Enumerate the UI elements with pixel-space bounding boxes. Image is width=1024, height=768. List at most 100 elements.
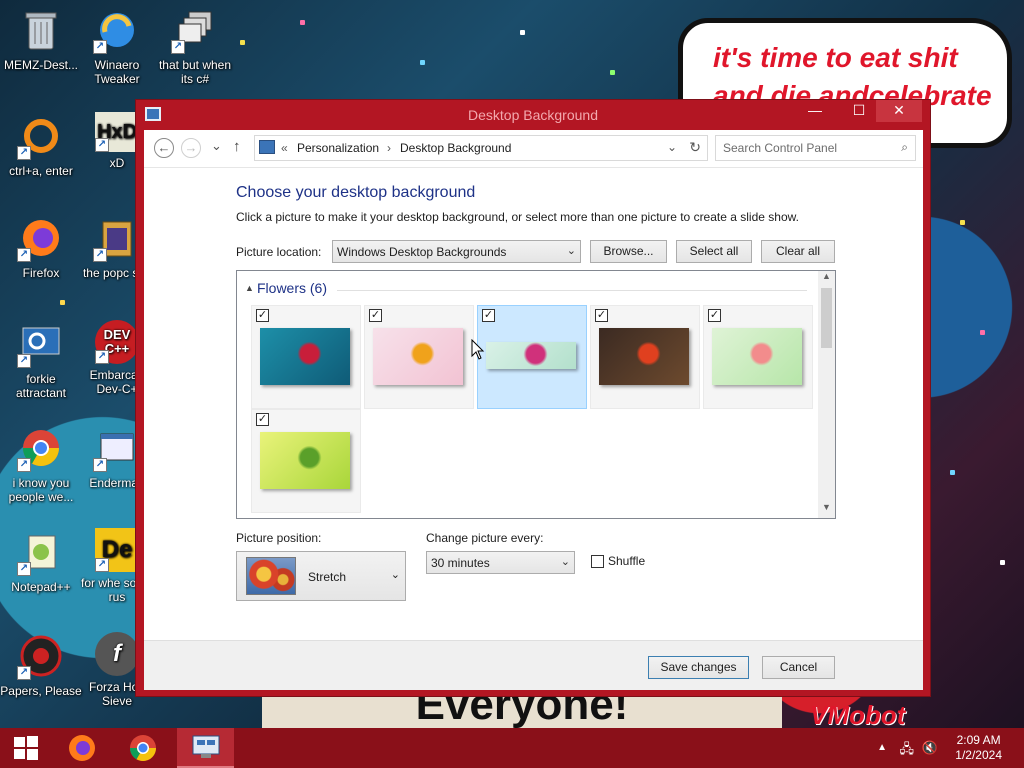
picture-position-value: Stretch	[308, 570, 347, 584]
picture-tile[interactable]: ✓	[477, 305, 587, 409]
picture-thumbnail	[712, 328, 802, 385]
picture-tile[interactable]: ✓	[590, 305, 700, 409]
change-picture-select[interactable]: 30 minutes ⌄	[426, 551, 575, 574]
shortcut-arrow-icon: ↗	[17, 458, 31, 472]
shortcut-arrow-icon: ↗	[95, 350, 109, 364]
network-icon[interactable]: 🖧	[900, 740, 915, 762]
scrollbar-thumb[interactable]	[821, 288, 832, 348]
start-button[interactable]	[0, 728, 52, 768]
cancel-button[interactable]: Cancel	[762, 656, 835, 679]
dialog-footer: Save changes Cancel	[144, 640, 923, 690]
chrome-icon	[129, 735, 157, 762]
picture-thumbnail	[260, 328, 350, 385]
dev-cpp-icon: DEV C++ ↗	[95, 320, 139, 364]
desktop-icon-notepadpp[interactable]: ↗ Notepad++	[0, 528, 82, 594]
show-hidden-icons[interactable]: ▲	[877, 742, 887, 753]
desktop-icon-forkie[interactable]: ↗ forkie attractant	[0, 320, 82, 400]
desktop-icon-label: i know you people we...	[8, 476, 74, 504]
settings-monitor-icon: ↗	[17, 320, 65, 368]
picture-checkbox[interactable]: ✓	[256, 309, 269, 322]
picture-tile[interactable]: ✓	[251, 305, 361, 409]
desktop-icon-that-but[interactable]: ↗ that but when its c#	[154, 6, 236, 86]
maximize-button[interactable]: ☐	[844, 100, 874, 122]
up-button[interactable]: ↑	[233, 138, 241, 155]
scroll-down-icon[interactable]: ▼	[818, 502, 835, 518]
save-changes-button[interactable]: Save changes	[648, 656, 749, 679]
shortcut-arrow-icon: ↗	[171, 40, 185, 54]
control-panel-icon	[145, 107, 161, 121]
picture-location-select[interactable]: Windows Desktop Backgrounds ⌄	[332, 240, 581, 263]
forward-button[interactable]: →	[181, 138, 201, 158]
desktop-icon-winaero[interactable]: ↗ Winaero Tweaker	[76, 6, 158, 86]
close-button[interactable]: ✕	[876, 100, 922, 122]
desktop-icon-papers-please[interactable]: ↗ Papers, Please	[0, 632, 82, 698]
recent-locations-dropdown[interactable]: ⌄	[211, 138, 222, 154]
taskbar-chrome[interactable]	[117, 728, 169, 768]
back-button[interactable]: ←	[154, 138, 174, 158]
picture-location-value: Windows Desktop Backgrounds	[337, 245, 507, 259]
chrome-icon: ↗	[17, 424, 65, 472]
picture-checkbox[interactable]: ✓	[595, 309, 608, 322]
minimize-button[interactable]: —	[800, 100, 830, 122]
taskbar-control-panel[interactable]	[177, 728, 234, 768]
control-panel-icon	[192, 735, 219, 758]
shortcut-arrow-icon: ↗	[17, 666, 31, 680]
breadcrumb-separator: ›	[387, 141, 391, 155]
picture-tile[interactable]: ✓	[703, 305, 813, 409]
picture-tile[interactable]: ✓	[364, 305, 474, 409]
taskbar-firefox[interactable]	[56, 728, 108, 768]
picture-list[interactable]: ▲ Flowers (6) ✓ ✓ ✓ ✓ ✓ ✓ ▲ ▼	[236, 270, 836, 519]
clock-time: 2:09 AM	[956, 733, 1001, 747]
collapse-group-icon[interactable]: ▲	[245, 283, 254, 293]
position-preview-image	[246, 557, 296, 595]
vertical-scrollbar[interactable]: ▲ ▼	[818, 271, 835, 518]
picture-checkbox[interactable]: ✓	[482, 309, 495, 322]
papers-please-icon: ↗	[17, 632, 65, 680]
desktop-icon-firefox[interactable]: ↗ Firefox	[0, 214, 82, 280]
address-bar[interactable]: « Personalization › Desktop Background ⌄…	[254, 135, 708, 161]
shortcut-arrow-icon: ↗	[95, 138, 109, 152]
search-placeholder: Search Control Panel	[723, 141, 838, 155]
address-dropdown-icon[interactable]: ⌄	[667, 140, 677, 154]
picture-checkbox[interactable]: ✓	[369, 309, 382, 322]
volume-muted-icon[interactable]: 🔇	[922, 740, 938, 756]
winaero-icon: ↗	[93, 6, 141, 54]
chevron-down-icon: ⌄	[566, 245, 576, 257]
taskbar-clock[interactable]: 2:09 AM 1/2/2024	[955, 733, 1002, 763]
search-input[interactable]: Search Control Panel ⌕	[715, 135, 916, 161]
shortcut-arrow-icon: ↗	[93, 248, 107, 262]
shuffle-checkbox[interactable]	[591, 555, 604, 568]
window-client-area: ← → ⌄ ↑ « Personalization › Desktop Back…	[144, 130, 923, 690]
change-picture-label: Change picture every:	[426, 531, 544, 545]
picture-location-label: Picture location:	[236, 245, 322, 259]
picture-checkbox[interactable]: ✓	[256, 413, 269, 426]
select-all-button[interactable]: Select all	[676, 240, 752, 263]
firefox-icon: ↗	[17, 214, 65, 262]
desktop-icon-label: Papers, Please	[0, 684, 82, 698]
breadcrumb-overflow[interactable]: «	[281, 141, 288, 155]
picture-position-select[interactable]: Stretch ⌄	[236, 551, 406, 601]
desktop-icon-ctrl-a[interactable]: ↗ ctrl+a, enter	[0, 112, 82, 178]
refresh-icon[interactable]: ↻	[689, 139, 701, 156]
scroll-up-icon[interactable]: ▲	[818, 271, 835, 287]
window-titlebar[interactable]: Desktop Background — ☐ ✕	[136, 100, 930, 130]
desktop-icon-i-know-you[interactable]: ↗ i know you people we...	[0, 424, 82, 504]
address-row: ← → ⌄ ↑ « Personalization › Desktop Back…	[144, 130, 923, 168]
picture-checkbox[interactable]: ✓	[708, 309, 721, 322]
picture-tile[interactable]: ✓	[251, 409, 361, 513]
clear-all-button[interactable]: Clear all	[761, 240, 835, 263]
browse-button[interactable]: Browse...	[590, 240, 667, 263]
breadcrumb-desktop-background[interactable]: Desktop Background	[400, 141, 511, 155]
desktop-icon-label: Notepad++	[11, 580, 71, 594]
shuffle-label[interactable]: Shuffle	[608, 554, 645, 568]
desktop-background-window: Desktop Background — ☐ ✕ ← → ⌄ ↑ « Perso…	[135, 99, 931, 697]
page-instructions: Click a picture to make it your desktop …	[236, 210, 799, 224]
chevron-down-icon: ⌄	[390, 569, 400, 581]
page-title: Choose your desktop background	[236, 184, 476, 201]
search-icon[interactable]: ⌕	[901, 140, 908, 155]
shortcut-arrow-icon: ↗	[93, 40, 107, 54]
desktop-icon-memz[interactable]: MEMZ-Dest...	[0, 6, 82, 72]
breadcrumb-personalization[interactable]: Personalization	[297, 141, 379, 155]
group-title-flowers[interactable]: Flowers (6)	[257, 280, 327, 296]
wallpaper-brand-text: VMobot	[810, 700, 906, 730]
